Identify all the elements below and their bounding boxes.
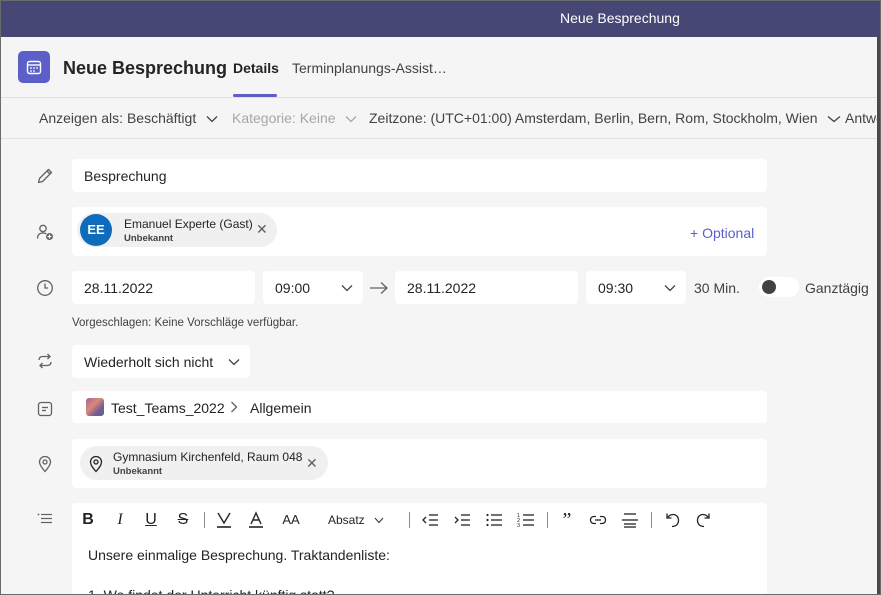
toolbar-divider (547, 512, 548, 528)
location-name: Gymnasium Kirchenfeld, Raum 048 (113, 450, 303, 464)
italic-icon[interactable]: I (109, 509, 131, 531)
start-date-picker[interactable]: 28.11.2022 (72, 271, 255, 304)
title-input-value: Besprechung (84, 168, 167, 184)
end-date-picker[interactable]: 28.11.2022 (395, 271, 578, 304)
recurrence-dropdown[interactable]: Wiederholt sich nicht (72, 345, 250, 378)
svg-text:3: 3 (517, 523, 520, 529)
paragraph-style-label: Absatz (328, 513, 365, 527)
page-title: Neue Besprechung (63, 58, 228, 78)
start-time-value: 09:00 (275, 280, 311, 296)
pencil-icon (37, 168, 53, 184)
repeat-icon (38, 353, 52, 369)
text-align-icon (37, 513, 52, 524)
location-status: Unbekannt (113, 466, 163, 477)
attendees-field[interactable]: EE Emanuel Experte (Gast) Unbekannt ✕ + … (72, 207, 767, 256)
timezone-label: Zeitzone: (UTC+01:00) Amsterdam, Berlin,… (369, 110, 818, 126)
location-pin-icon (89, 455, 103, 473)
chevron-down-icon (828, 116, 841, 123)
toggle-knob (762, 280, 776, 294)
end-time-value: 09:30 (598, 280, 634, 296)
timezone-dropdown[interactable]: Zeitzone: (UTC+01:00) Amsterdam, Berlin,… (369, 110, 841, 126)
attendee-chip[interactable]: EE Emanuel Experte (Gast) Unbekannt ✕ (77, 213, 277, 247)
arrow-right-icon (370, 282, 388, 294)
chevron-down-icon (341, 285, 353, 292)
location-field[interactable]: Gymnasium Kirchenfeld, Raum 048 Unbekann… (72, 439, 767, 488)
tab-details[interactable]: Details (233, 60, 279, 76)
meeting-header: Neue Besprechung Details Terminplanungs-… (1, 37, 879, 98)
attendee-name: Emanuel Experte (Gast) (124, 217, 253, 231)
highlight-icon[interactable] (214, 510, 234, 530)
avatar: EE (80, 214, 112, 246)
show-as-label: Anzeigen als: Beschäftigt (39, 110, 197, 126)
chevron-down-icon (374, 517, 384, 524)
channel-name: Allgemein (250, 400, 312, 416)
quote-icon[interactable]: ” (556, 509, 578, 531)
toolbar-divider (409, 512, 410, 528)
suggestion-note: Vorgeschlagen: Keine Vorschläge verfügba… (72, 317, 299, 329)
calendar-icon (18, 51, 50, 83)
category-label: Kategorie: Keine (232, 110, 336, 126)
strikethrough-icon[interactable]: S (172, 509, 194, 531)
decrease-indent-icon[interactable] (420, 510, 440, 530)
chevron-down-icon (228, 359, 240, 366)
description-line-1: Unsere einmalige Besprechung. Traktanden… (88, 547, 390, 563)
tab-scheduling-assistant[interactable]: Terminplanungs-Assist… (292, 60, 447, 76)
bold-icon[interactable]: B (77, 509, 99, 531)
end-time-dropdown[interactable]: 09:30 (586, 271, 686, 304)
redo-icon[interactable] (694, 510, 714, 530)
toolbar-divider (204, 512, 205, 528)
duration-label: 30 Min. (694, 280, 740, 296)
start-time-dropdown[interactable]: 09:00 (263, 271, 363, 304)
title-input[interactable]: Besprechung (72, 159, 767, 192)
window-title: Neue Besprechung (560, 10, 680, 26)
channel-icon (37, 401, 53, 417)
optional-attendees-link[interactable]: + Optional (690, 225, 754, 241)
underline-icon[interactable]: U (140, 509, 162, 531)
active-tab-indicator (233, 94, 277, 97)
location-pin-icon (38, 455, 52, 473)
description-line-2: 1. Wo findet der Unterricht künftig stat… (88, 587, 335, 595)
numbered-list-icon[interactable]: 1 2 3 (516, 510, 536, 530)
horizontal-rule-icon[interactable] (620, 510, 640, 530)
options-toolbar: Anzeigen als: Beschäftigt Kategorie: Kei… (1, 99, 880, 139)
location-chip[interactable]: Gymnasium Kirchenfeld, Raum 048 Unbekann… (80, 446, 328, 480)
clock-icon (37, 280, 53, 296)
bulleted-list-icon[interactable] (484, 510, 504, 530)
increase-indent-icon[interactable] (452, 510, 472, 530)
undo-icon[interactable] (662, 510, 682, 530)
chevron-right-icon (231, 401, 238, 413)
response-options-dropdown[interactable]: Antwo (845, 110, 880, 126)
team-name: Test_Teams_2022 (111, 400, 225, 416)
all-day-toggle[interactable] (759, 277, 799, 297)
font-size-icon[interactable]: AA (278, 509, 304, 531)
title-bar: Neue Besprechung (1, 1, 880, 37)
font-color-icon[interactable] (246, 510, 266, 530)
toolbar-divider (651, 512, 652, 528)
chevron-down-icon (664, 285, 676, 292)
end-date-value: 28.11.2022 (407, 280, 477, 296)
team-avatar (86, 398, 104, 416)
remove-attendee-close-icon[interactable]: ✕ (256, 221, 268, 238)
recurrence-value: Wiederholt sich nicht (84, 354, 214, 370)
all-day-label: Ganztägig (805, 280, 869, 296)
chevron-down-icon (206, 116, 218, 123)
meeting-window: Neue Besprechung Neue Besprechung Detail… (0, 0, 881, 595)
show-as-dropdown[interactable]: Anzeigen als: Beschäftigt (39, 110, 218, 126)
window-edge (877, 37, 880, 594)
link-icon[interactable] (588, 510, 608, 530)
add-person-icon (36, 224, 53, 240)
remove-location-close-icon[interactable]: ✕ (306, 455, 318, 472)
chevron-down-icon (345, 116, 357, 123)
attendee-status: Unbekannt (124, 233, 174, 244)
start-date-value: 28.11.2022 (84, 280, 154, 296)
paragraph-style-dropdown[interactable]: Absatz (328, 513, 384, 527)
category-dropdown[interactable]: Kategorie: Keine (232, 110, 357, 126)
